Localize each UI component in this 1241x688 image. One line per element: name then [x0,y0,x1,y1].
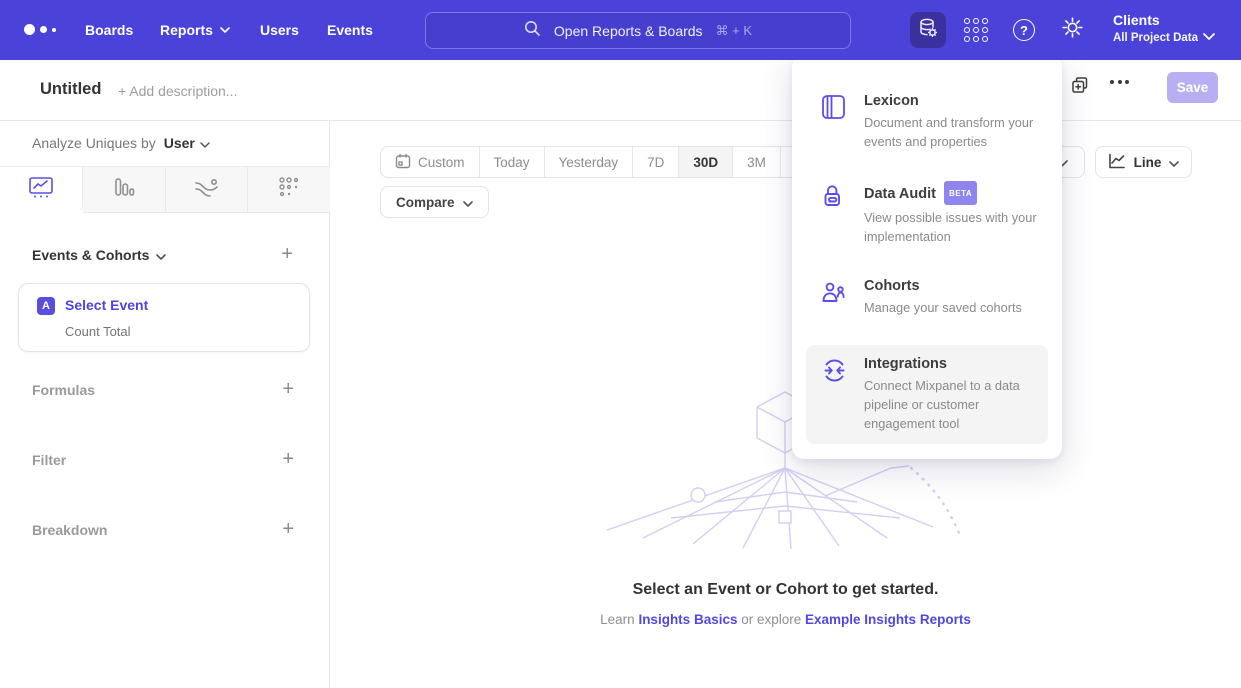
menu-item-title: Integrations [864,355,1042,374]
date-range-30d-selected[interactable]: 30D [679,147,733,177]
chevron-down-icon [463,195,473,210]
add-filter-button[interactable]: + [282,449,294,469]
chevron-down-icon [200,135,210,151]
duplicate-icon [1070,83,1090,100]
apps-grid-icon [964,18,988,42]
nav-item-users[interactable]: Users [260,0,299,60]
line-chart-icon [1108,153,1126,172]
data-management-button[interactable] [910,12,946,48]
search-icon [524,20,541,42]
data-management-menu: Lexicon Document and transform your even… [792,55,1062,459]
menu-item-lexicon[interactable]: Lexicon Document and transform your even… [806,82,1048,162]
tab-insights-line[interactable] [0,167,83,213]
menu-item-description: Document and transform your events and p… [864,114,1042,152]
menu-item-integrations[interactable]: Integrations Connect Mixpanel to a data … [806,345,1048,444]
menu-item-description: Connect Mixpanel to a data pipeline or c… [864,377,1042,434]
empty-state: Select an Event or Cohort to get started… [330,581,1241,627]
calendar-icon [395,153,411,172]
project-switcher[interactable]: Clients All Project Data [1113,11,1198,46]
event-series-badge: A [37,297,55,315]
help-question-icon: ? [1013,19,1035,41]
database-gear-icon [917,17,939,44]
beta-badge: BETA [944,181,977,205]
lexicon-book-icon [821,92,847,152]
analyze-uniques-row: Analyze Uniques by User [32,135,210,151]
date-range-today[interactable]: Today [480,147,545,177]
chevron-down-icon [1169,155,1179,170]
report-canvas: Custom Today Yesterday 7D 30D 3M 6M Comp… [330,121,1241,688]
search-shortcut: ⌘ + K [716,23,753,39]
date-range-yesterday[interactable]: Yesterday [545,147,634,177]
dots-grid-tab-icon [278,176,300,203]
integrations-sync-icon [821,355,847,434]
add-formula-button[interactable]: + [282,379,294,399]
menu-item-title: Lexicon [864,92,1042,111]
menu-item-cohorts[interactable]: Cohorts Manage your saved cohorts [806,267,1048,328]
date-range-3m[interactable]: 3M [733,147,781,177]
analyze-by-dropdown[interactable]: User [164,135,210,151]
empty-state-title: Select an Event or Cohort to get started… [330,581,1241,599]
nav-item-events[interactable]: Events [327,0,373,60]
flow-tab-icon [194,177,219,202]
duplicate-report-button[interactable] [1070,76,1094,100]
empty-state-help-line: Learn Insights Basics or explore Example… [330,612,1241,627]
menu-item-data-audit[interactable]: Data Audit BETA View possible issues wit… [806,172,1048,257]
menu-item-title: Cohorts [864,277,1042,296]
query-builder-sidebar: Analyze Uniques by User [0,121,330,688]
nav-item-reports[interactable]: Reports [160,0,230,60]
tab-retention-grid[interactable] [248,167,330,213]
mixpanel-logo-icon[interactable] [24,24,56,35]
cohorts-people-icon [821,277,847,318]
analyze-label: Analyze Uniques by [32,135,156,151]
date-range-custom[interactable]: Custom [381,147,480,177]
top-navigation-bar: Boards Reports Users Events Open Reports… [0,0,1241,60]
apps-grid-button[interactable] [958,12,994,48]
menu-item-description: View possible issues with your implement… [864,209,1042,247]
menu-item-title: Data Audit BETA [864,182,1042,206]
add-description-field[interactable]: + Add description... [118,83,237,99]
line-chart-tab-icon [29,177,53,203]
compare-dropdown[interactable]: Compare [380,186,489,218]
formulas-label: Formulas [32,382,95,398]
save-button[interactable]: Save [1167,72,1218,103]
tab-flow[interactable] [166,167,249,213]
search-placeholder: Open Reports & Boards [554,23,703,39]
example-insights-reports-link[interactable]: Example Insights Reports [805,612,971,627]
add-event-button[interactable]: + [281,244,293,264]
event-card[interactable]: A Select Event Count Total [18,283,310,352]
more-options-button[interactable] [1110,80,1129,84]
nav-item-boards[interactable]: Boards [85,0,133,60]
date-range-7d[interactable]: 7D [633,147,679,177]
events-cohorts-section-header[interactable]: Events & Cohorts [32,247,166,263]
select-event-label[interactable]: Select Event [65,297,148,313]
project-name: Clients [1113,11,1198,30]
data-audit-icon [821,182,847,247]
project-scope: All Project Data [1113,30,1198,46]
settings-button[interactable] [1054,12,1090,48]
chevron-down-icon [156,247,166,263]
chevron-down-icon [1203,27,1215,45]
add-breakdown-button[interactable]: + [282,519,294,539]
global-search-input[interactable]: Open Reports & Boards ⌘ + K [425,12,851,49]
ellipsis-icon [1110,80,1114,84]
chevron-down-icon [220,27,230,33]
breakdown-label: Breakdown [32,522,107,538]
chart-type-dropdown[interactable]: Line [1095,146,1192,178]
tab-bar-chart[interactable] [83,167,166,213]
help-button[interactable]: ? [1006,12,1042,48]
filter-label: Filter [32,452,66,468]
report-title[interactable]: Untitled [40,80,101,99]
insights-basics-link[interactable]: Insights Basics [638,612,737,627]
menu-item-description: Manage your saved cohorts [864,299,1042,318]
gear-icon [1061,16,1084,44]
count-total-dropdown[interactable]: Count Total [65,324,131,339]
bar-chart-tab-icon [112,176,136,203]
chart-type-tabs [0,166,330,213]
